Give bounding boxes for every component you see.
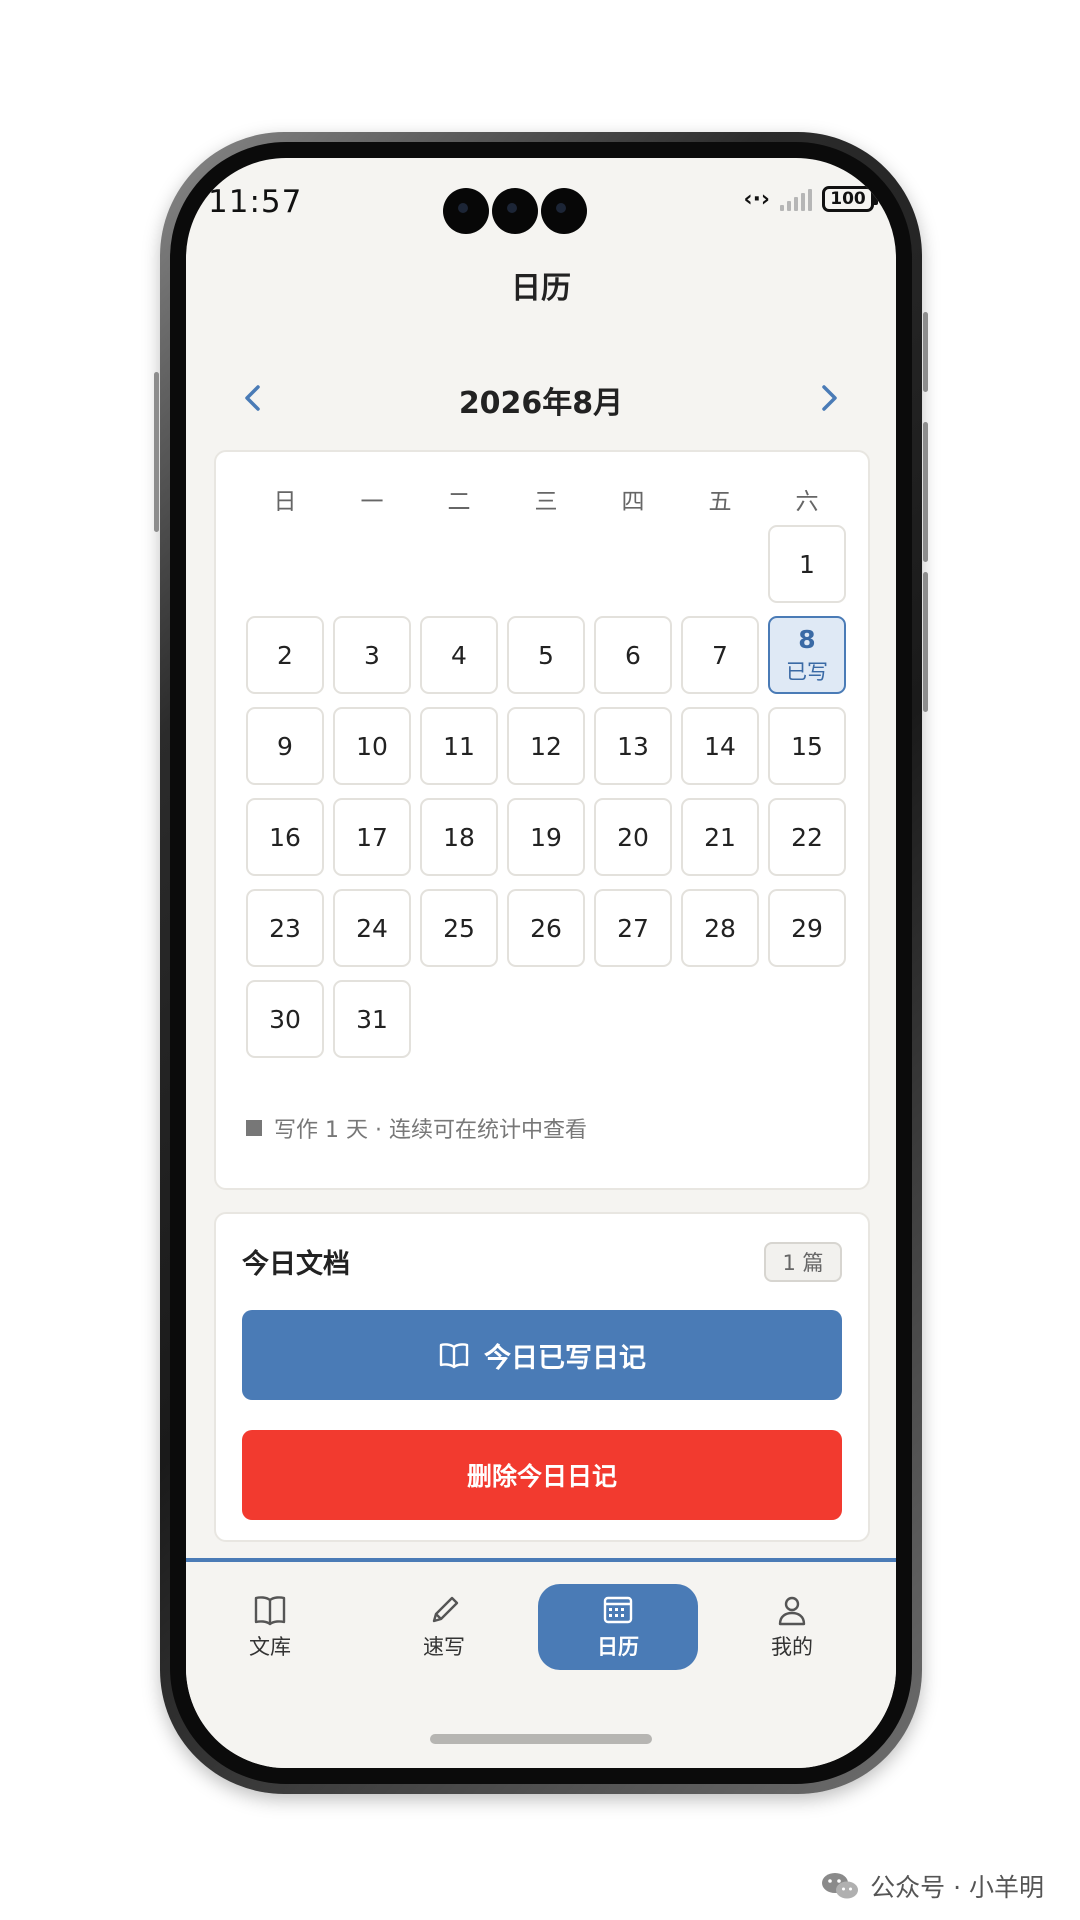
calendar-icon xyxy=(600,1593,636,1627)
calendar-empty-cell xyxy=(333,525,411,603)
calendar-day[interactable]: 2 xyxy=(246,616,324,694)
calendar-day[interactable]: 6 xyxy=(594,616,672,694)
nav-calendar[interactable]: 日历 xyxy=(538,1584,698,1670)
camera-dot xyxy=(492,188,538,234)
calendar-day[interactable]: 17 xyxy=(333,798,411,876)
open-today-diary-button[interactable]: 今日已写日记 xyxy=(242,1310,842,1400)
calendar-empty-cell xyxy=(594,525,672,603)
status-bar: 11:57 ‹·› 100 xyxy=(186,158,896,248)
weekday-label: 六 xyxy=(795,489,819,515)
signal-icon xyxy=(780,187,812,211)
nav-profile-label: 我的 xyxy=(771,1635,813,1659)
calendar-day[interactable]: 30 xyxy=(246,980,324,1058)
today-docs-card: 今日文档 1 篇 今日已写日记 删除今日日记 xyxy=(214,1212,870,1542)
open-today-diary-label: 今日已写日记 xyxy=(484,1342,646,1374)
calendar-day[interactable]: 11 xyxy=(420,707,498,785)
watermark: 公众号 · 小羊明 xyxy=(820,1868,1044,1904)
calendar-day[interactable]: 20 xyxy=(594,798,672,876)
calendar-day[interactable]: 15 xyxy=(768,707,846,785)
doc-count-badge: 1 篇 xyxy=(764,1242,842,1282)
calendar-day[interactable]: 3 xyxy=(333,616,411,694)
weekday-label: 四 xyxy=(621,489,645,515)
side-button xyxy=(154,372,159,532)
calendar-day[interactable]: 10 xyxy=(333,707,411,785)
wechat-icon xyxy=(820,1869,860,1903)
calendar-day[interactable]: 9 xyxy=(246,707,324,785)
weekday-label: 五 xyxy=(708,489,732,515)
legend-square-icon xyxy=(246,1120,262,1136)
camera-dot xyxy=(541,188,587,234)
calendar-day[interactable]: 14 xyxy=(681,707,759,785)
calendar-day[interactable]: 12 xyxy=(507,707,585,785)
camera-dot xyxy=(443,188,489,234)
calendar-day[interactable]: 13 xyxy=(594,707,672,785)
calendar-grid: 1 2 3 4 5 6 7 8 已写 9 10 11 12 13 14 15 1… xyxy=(246,525,846,1058)
month-label: 2026年8月 xyxy=(458,386,624,421)
network-icon: ‹·› xyxy=(743,186,771,212)
weekday-label: 二 xyxy=(447,489,471,515)
phone-frame: 11:57 ‹·› 100 日历 2026年8月 日 一 二 三 四 五 六 1… xyxy=(154,132,928,1794)
battery-level: 100 xyxy=(830,189,866,209)
calendar-day[interactable]: 1 xyxy=(768,525,846,603)
home-indicator[interactable] xyxy=(430,1734,652,1744)
pencil-icon xyxy=(426,1593,462,1627)
book-icon xyxy=(252,1593,288,1627)
calendar-day-number: 8 xyxy=(798,624,816,654)
nav-profile[interactable]: 我的 xyxy=(712,1584,872,1670)
calendar-empty-cell xyxy=(507,525,585,603)
calendar-day-note: 已写 xyxy=(786,659,828,684)
nav-sketch[interactable]: 速写 xyxy=(364,1584,524,1670)
chevron-right-icon[interactable] xyxy=(814,380,844,416)
nav-library[interactable]: 文库 xyxy=(190,1584,350,1670)
delete-today-diary-button[interactable]: 删除今日日记 xyxy=(242,1430,842,1520)
nav-library-label: 文库 xyxy=(249,1635,291,1659)
calendar-card: 日 一 二 三 四 五 六 1 2 3 4 5 6 7 8 已写 9 10 11… xyxy=(214,450,870,1190)
page-title: 日历 xyxy=(511,271,571,306)
nav-calendar-label: 日历 xyxy=(597,1635,639,1659)
calendar-empty-cell xyxy=(681,525,759,603)
calendar-day[interactable]: 24 xyxy=(333,889,411,967)
calendar-day[interactable]: 25 xyxy=(420,889,498,967)
calendar-empty-cell xyxy=(420,525,498,603)
calendar-day[interactable]: 29 xyxy=(768,889,846,967)
weekday-label: 三 xyxy=(534,489,558,515)
calendar-legend: 写作 1 天 · 连续可在统计中查看 xyxy=(246,1112,587,1144)
battery-icon: 100 xyxy=(822,186,878,212)
calendar-day[interactable]: 31 xyxy=(333,980,411,1058)
calendar-day[interactable]: 5 xyxy=(507,616,585,694)
status-icons: ‹·› 100 xyxy=(743,186,878,212)
calendar-day[interactable]: 7 xyxy=(681,616,759,694)
status-time: 11:57 xyxy=(208,184,303,220)
calendar-day[interactable]: 16 xyxy=(246,798,324,876)
calendar-day[interactable]: 28 xyxy=(681,889,759,967)
weekday-row: 日 一 二 三 四 五 六 xyxy=(246,482,846,516)
side-button xyxy=(923,422,928,562)
calendar-day[interactable]: 22 xyxy=(768,798,846,876)
month-nav: 2026年8月 xyxy=(186,378,896,421)
legend-text: 写作 1 天 · 连续可在统计中查看 xyxy=(274,1118,587,1143)
bottom-nav: 文库 速写 日历 我的 xyxy=(186,1558,896,1768)
calendar-day[interactable]: 23 xyxy=(246,889,324,967)
screen: 11:57 ‹·› 100 日历 2026年8月 日 一 二 三 四 五 六 1… xyxy=(186,158,896,1768)
calendar-day[interactable]: 26 xyxy=(507,889,585,967)
nav-sketch-label: 速写 xyxy=(423,1635,465,1659)
calendar-day[interactable]: 18 xyxy=(420,798,498,876)
user-icon xyxy=(774,1593,810,1627)
weekday-label: 一 xyxy=(360,489,384,515)
calendar-day[interactable]: 21 xyxy=(681,798,759,876)
book-icon xyxy=(438,1341,470,1369)
calendar-empty-cell xyxy=(246,525,324,603)
today-docs-title: 今日文档 xyxy=(242,1249,350,1280)
calendar-day[interactable]: 19 xyxy=(507,798,585,876)
side-button xyxy=(923,312,928,392)
side-button xyxy=(923,572,928,712)
calendar-day[interactable]: 27 xyxy=(594,889,672,967)
calendar-day-selected[interactable]: 8 已写 xyxy=(768,616,846,694)
watermark-text: 公众号 · 小羊明 xyxy=(870,1873,1044,1902)
weekday-label: 日 xyxy=(273,489,297,515)
calendar-day[interactable]: 4 xyxy=(420,616,498,694)
